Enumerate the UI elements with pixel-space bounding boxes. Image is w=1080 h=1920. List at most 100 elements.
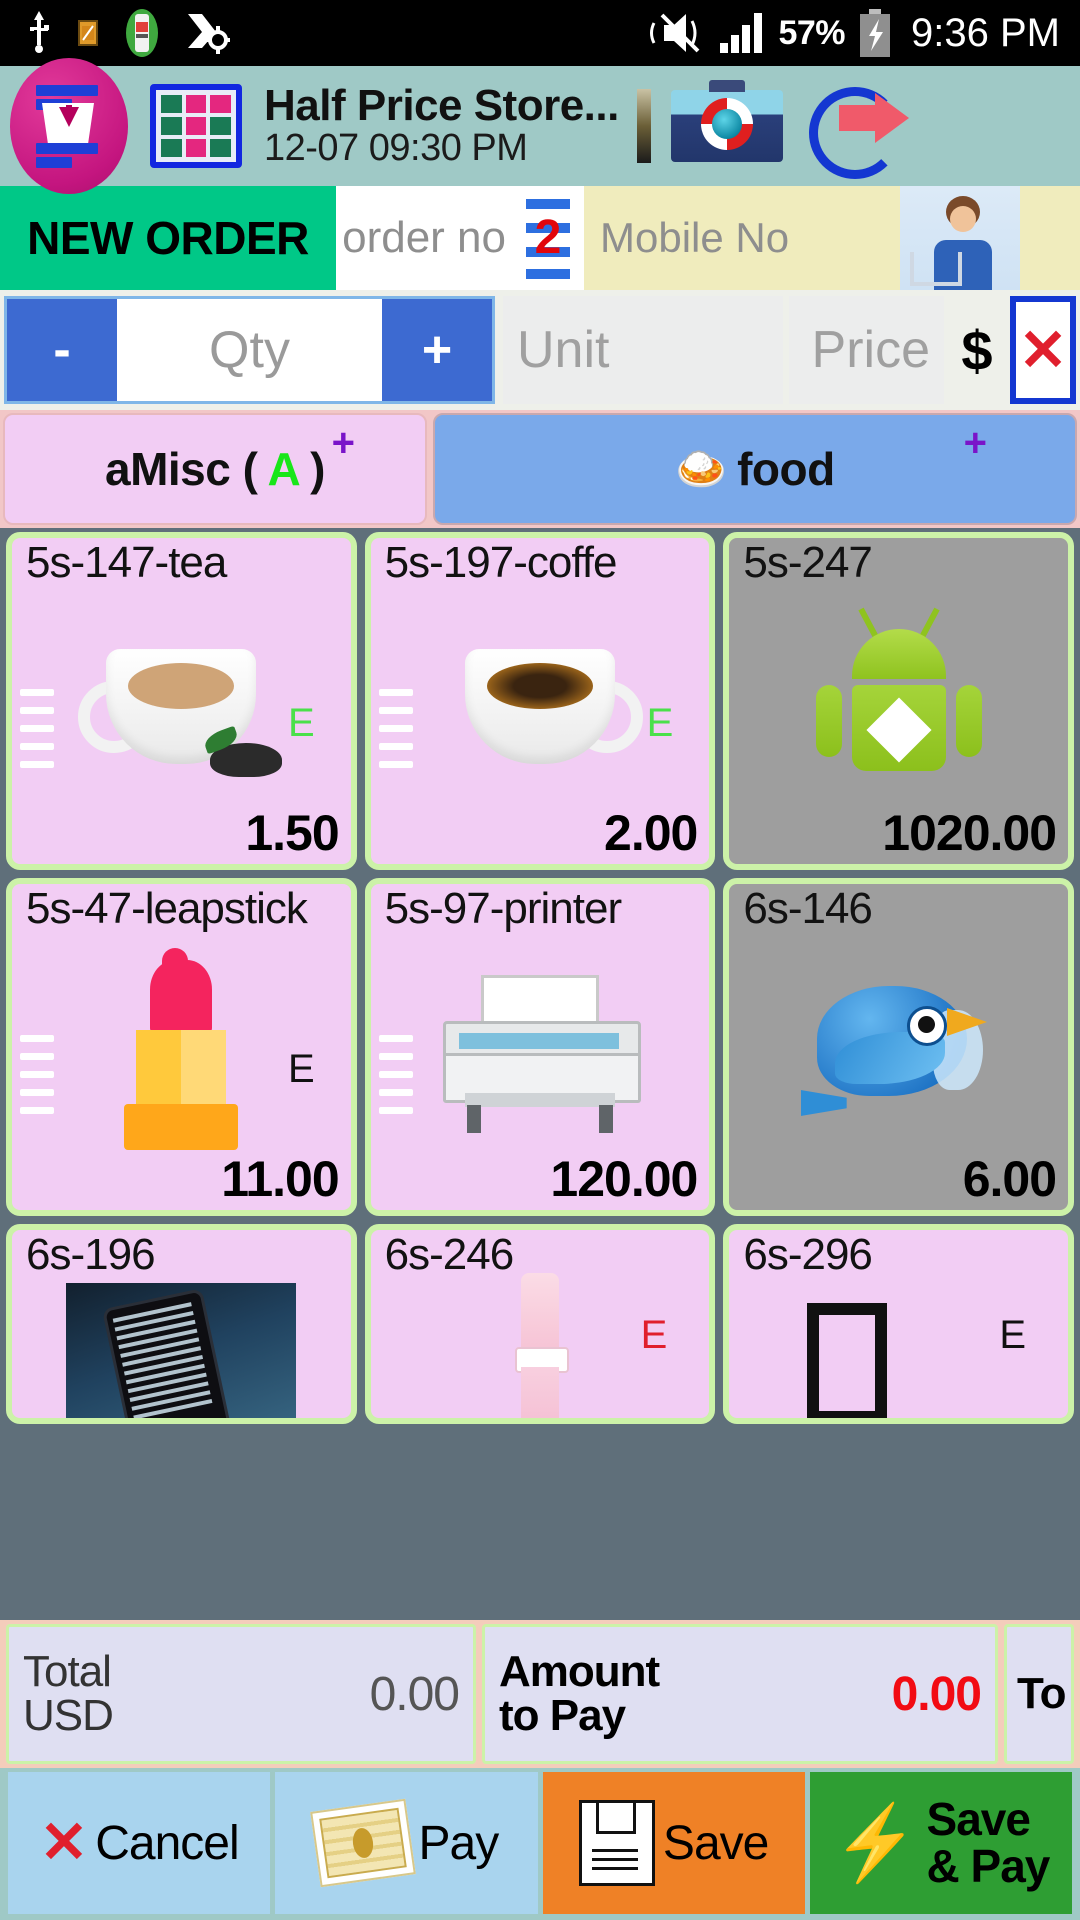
app-header: Half Price Store... 12-07 09:30 PM — [0, 58, 1080, 194]
amount-to-pay-label: Amount to Pay — [499, 1647, 660, 1738]
tab-amisc-key: A — [267, 443, 301, 495]
product-price: 11.00 — [221, 1151, 339, 1207]
camera-icon[interactable] — [670, 80, 783, 162]
category-tabs: + aMisc (A) + 🍛 food — [0, 410, 1080, 528]
battery-saver-icon — [124, 8, 160, 58]
product-price: 1020.00 — [882, 805, 1057, 861]
lightning-bolt-icon: ⚡ — [828, 1799, 923, 1887]
qty-placeholder: Qty — [209, 321, 290, 379]
tab-food[interactable]: + 🍛 food — [433, 413, 1077, 525]
status-bar-left-icons — [0, 8, 230, 58]
add-food-plus-icon[interactable]: + — [964, 423, 987, 463]
product-badge: E — [999, 1313, 1027, 1357]
tab-food-text: food — [737, 443, 835, 495]
product-row: 5s-147-tea E 1.50 5s-197-coffe E 2.00 5s… — [6, 532, 1075, 870]
save-label: Save — [662, 1816, 769, 1870]
product-name: 6s-146 — [743, 884, 873, 933]
currency-symbol[interactable]: $ — [944, 318, 1010, 383]
product-card-5s-247[interactable]: 5s-247 1020.00 — [723, 532, 1075, 870]
order-no-input[interactable]: order no 2 — [336, 186, 584, 290]
order-count-value: 2 — [534, 211, 562, 264]
app-screen: 57% 9:36 PM Half Price Store... 12-07 09… — [0, 0, 1080, 1920]
product-price: 1.50 — [245, 805, 339, 861]
price-placeholder: Price — [811, 321, 930, 379]
third-total-panel[interactable]: To — [1004, 1624, 1074, 1764]
product-price: 120.00 — [550, 1151, 698, 1207]
sd-card-icon — [78, 20, 98, 46]
floppy-disk-icon — [578, 1800, 655, 1886]
clear-line-button[interactable]: ✕ — [1010, 296, 1076, 404]
totals-bar: Total USD 0.00 Amount to Pay 0.00 To — [0, 1620, 1080, 1768]
customer-shopper-icon[interactable] — [900, 186, 1020, 290]
qty-decrement-button[interactable]: - — [7, 299, 117, 401]
tab-amisc[interactable]: + aMisc (A) — [3, 413, 427, 525]
basket-glyph — [30, 83, 108, 169]
order-count-badge[interactable]: 2 — [520, 195, 576, 281]
cancel-x-icon: ✕ — [39, 1810, 89, 1875]
blue-bird-image — [729, 956, 1068, 1154]
product-name: 5s-47-leapstick — [26, 884, 308, 933]
vibrate-off-icon — [648, 11, 706, 55]
save-and-pay-label: Save & Pay — [927, 1796, 1051, 1890]
tab-amisc-paren: ) — [310, 443, 325, 495]
save-and-pay-button[interactable]: ⚡ Save & Pay — [809, 1772, 1072, 1914]
amount-to-pay-panel[interactable]: Amount to Pay 0.00 — [482, 1624, 998, 1764]
product-card-6s-146[interactable]: 6s-146 6.00 — [723, 878, 1075, 1216]
unit-input[interactable]: Unit — [503, 296, 783, 404]
product-card-tea[interactable]: 5s-147-tea E 1.50 — [6, 532, 357, 870]
pay-label: Pay — [418, 1816, 500, 1870]
qty-increment-button[interactable]: + — [382, 299, 492, 401]
product-row: 6s-196 6s-246 E 6s-296 E — [6, 1224, 1075, 1424]
tab-amisc-text: aMisc ( — [104, 443, 258, 495]
table-grid-icon[interactable] — [150, 84, 242, 168]
camera-lens — [700, 98, 753, 150]
mobile-no-placeholder: Mobile No — [600, 214, 790, 261]
new-order-button[interactable]: NEW ORDER — [0, 186, 336, 290]
pen-divider-icon — [636, 89, 651, 163]
product-card-6s-196[interactable]: 6s-196 — [6, 1224, 357, 1424]
product-card-coffee[interactable]: 5s-197-coffe E 2.00 — [364, 532, 716, 870]
product-badge: E — [287, 701, 315, 745]
usb-icon — [26, 11, 52, 55]
product-card-6s-246[interactable]: 6s-246 E — [364, 1224, 716, 1424]
third-total-label: To — [1017, 1669, 1066, 1718]
status-bar-clock: 9:36 PM — [911, 10, 1060, 55]
product-price: 2.00 — [604, 805, 698, 861]
cancel-button[interactable]: ✕ Cancel — [8, 1772, 271, 1914]
total-usd-panel[interactable]: Total USD 0.00 — [6, 1624, 476, 1764]
product-card-lipstick[interactable]: 5s-47-leapstick E 11.00 — [6, 878, 357, 1216]
store-title-block: Half Price Store... 12-07 09:30 PM — [264, 83, 619, 168]
tab-food-label: 🍛 food — [675, 442, 835, 496]
product-badge: E — [287, 1047, 315, 1091]
exit-arrow-icon[interactable] — [808, 83, 913, 179]
product-name: 6s-246 — [384, 1230, 515, 1279]
sync-settings-icon — [186, 12, 230, 54]
order-basket-icon[interactable] — [10, 58, 128, 194]
action-bar: ✕ Cancel Pay Save ⚡ Save & Pay — [0, 1768, 1080, 1920]
qty-input[interactable]: Qty — [117, 299, 382, 401]
tab-amisc-label: aMisc (A) — [104, 442, 326, 496]
product-price: 6.00 — [962, 1151, 1057, 1207]
battery-percent: 57% — [778, 13, 846, 52]
amount-label-line1: Amount — [499, 1647, 660, 1696]
product-card-6s-296[interactable]: 6s-296 E — [723, 1224, 1075, 1424]
product-row: 5s-47-leapstick E 11.00 5s-97-printer 12 — [6, 878, 1075, 1216]
product-grid: 5s-147-tea E 1.50 5s-197-coffe E 2.00 5s… — [0, 528, 1080, 1620]
product-name: 6s-196 — [26, 1230, 156, 1279]
order-row: NEW ORDER order no 2 Mobile No — [0, 186, 1080, 290]
price-input[interactable]: Price — [789, 296, 944, 404]
header-datetime: 12-07 09:30 PM — [264, 127, 528, 170]
quantity-stepper: - Qty + — [4, 296, 495, 404]
mobile-no-input[interactable]: Mobile No — [584, 186, 900, 290]
product-badge: E — [640, 1313, 668, 1357]
order-no-placeholder: order no — [342, 213, 506, 262]
page-title: Half Price Store... — [264, 81, 619, 131]
total-label-line1: Total — [23, 1647, 112, 1696]
printer-image — [371, 956, 710, 1154]
add-item-plus-icon[interactable]: + — [332, 423, 355, 463]
total-label-line2: USD — [23, 1691, 114, 1740]
order-row-filler — [1020, 186, 1080, 290]
pay-button[interactable]: Pay — [275, 1772, 538, 1914]
product-card-printer[interactable]: 5s-97-printer 120.00 — [364, 878, 716, 1216]
save-button[interactable]: Save — [542, 1772, 805, 1914]
